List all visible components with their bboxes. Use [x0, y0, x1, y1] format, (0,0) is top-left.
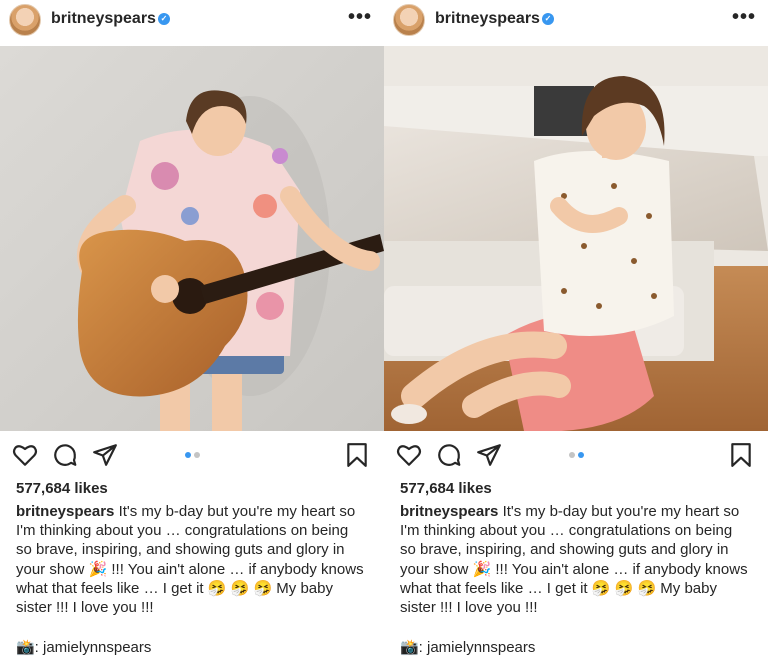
instagram-post-left: britneyspears ✓ ••• 577,684 likes britne…	[0, 0, 384, 664]
photo-girl-sitting-kitchen	[384, 46, 768, 431]
carousel-dot	[569, 452, 575, 458]
comment-icon[interactable]	[436, 442, 462, 468]
post-photo[interactable]	[384, 46, 768, 431]
more-icon[interactable]: •••	[732, 6, 756, 29]
instagram-post-right: britneyspears ✓ ••• 577,684 likes britne…	[384, 0, 768, 664]
action-bar	[0, 432, 384, 478]
carousel-indicator	[567, 451, 587, 459]
avatar[interactable]	[393, 4, 425, 36]
bookmark-icon[interactable]	[728, 442, 754, 468]
post-header: britneyspears ✓ •••	[384, 0, 768, 44]
avatar[interactable]	[9, 4, 41, 36]
caption-username[interactable]: britneyspears	[16, 503, 114, 520]
action-bar	[384, 432, 768, 478]
photo-girl-playing-guitar	[0, 46, 384, 431]
carousel-dot-active	[185, 452, 191, 458]
photo-credit[interactable]: 📸: jamielynnspears	[400, 638, 535, 656]
likes-count[interactable]: 577,684 likes	[16, 480, 108, 497]
username[interactable]: britneyspears	[435, 10, 540, 28]
post-header: britneyspears ✓ •••	[0, 0, 384, 44]
verified-icon: ✓	[542, 13, 554, 25]
carousel-dot	[194, 452, 200, 458]
heart-icon[interactable]	[396, 442, 422, 468]
heart-icon[interactable]	[12, 442, 38, 468]
post-photo[interactable]	[0, 46, 384, 431]
caption: britneyspears It's my b-day but you're m…	[16, 502, 366, 617]
comment-icon[interactable]	[52, 442, 78, 468]
likes-count[interactable]: 577,684 likes	[400, 480, 492, 497]
verified-icon: ✓	[158, 13, 170, 25]
share-icon[interactable]	[476, 442, 502, 468]
caption-username[interactable]: britneyspears	[400, 503, 498, 520]
more-icon[interactable]: •••	[348, 6, 372, 29]
caption: britneyspears It's my b-day but you're m…	[400, 502, 750, 617]
carousel-indicator	[183, 451, 203, 459]
share-icon[interactable]	[92, 442, 118, 468]
carousel-dot-active	[578, 452, 584, 458]
photo-credit[interactable]: 📸: jamielynnspears	[16, 638, 151, 656]
username[interactable]: britneyspears	[51, 10, 156, 28]
bookmark-icon[interactable]	[344, 442, 370, 468]
